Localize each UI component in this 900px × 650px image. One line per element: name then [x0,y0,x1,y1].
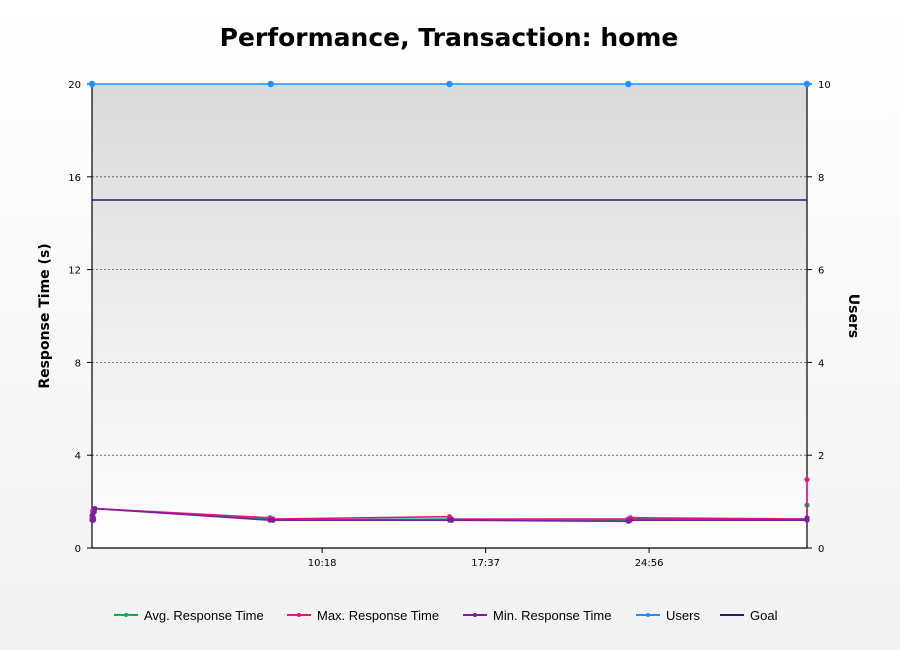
y-tick-label: 0 [75,544,81,555]
data-point-min-response-time [804,515,810,521]
legend-label: Avg. Response Time [144,608,264,623]
chart-title: Performance, Transaction: home [220,23,679,52]
y2-tick-label: 8 [818,173,824,184]
data-point-min-response-time [92,505,98,512]
legend-label: Max. Response Time [317,608,439,623]
y-tick-label: 20 [68,80,81,91]
y-tick-label: 12 [68,266,81,277]
data-point-min-response-time [270,517,276,523]
legend-label: Users [666,608,700,623]
legend-marker [124,613,128,617]
legend-marker [646,613,650,617]
legend-label: Min. Response Time [493,608,612,623]
y2-tick-label: 6 [818,266,824,277]
data-point-users [803,80,811,88]
y2-tick-label: 4 [818,358,824,369]
legend-marker [473,613,477,617]
chart-root: 0 4 8 12 16 20 0 2 4 6 8 10 10:18 17:37 24:56 Performa… [0,0,900,650]
x-tick-label: 24:56 [635,558,664,569]
y-tick-label: 4 [75,451,81,462]
data-point-min-response-time [449,517,455,523]
y2-axis-title: Users [845,294,861,338]
legend-item-max-response-time: Max. Response Time [287,608,439,623]
y-tick-label: 8 [75,358,81,369]
legend-item-users: Users [636,608,700,623]
legend-item-goal: Goal [720,608,778,623]
legend-label: Goal [750,608,778,623]
y2-tick-label: 2 [818,451,824,462]
x-tick-label: 10:18 [308,558,337,569]
data-point-users [446,80,453,88]
y-axis-title: Response Time (s) [37,243,53,388]
x-tick-label: 17:37 [471,558,500,569]
y-tick-label: 16 [68,173,81,184]
legend-marker [297,613,301,617]
data-point-users [88,80,96,88]
data-point-max-response-time [804,476,810,483]
data-point-min-response-time [90,517,97,523]
chart-svg: 0 4 8 12 16 20 0 2 4 6 8 10 10:18 17:37 24:56 Performa… [37,23,861,623]
y2-tick-label: 10 [818,80,831,91]
data-point-min-response-time [627,517,634,523]
plot-area [92,84,807,548]
y2-tick-label: 0 [818,544,824,555]
data-point-users [625,80,632,88]
legend: Avg. Response Time Max. Response Time Min.… [114,608,778,623]
data-point-users [267,80,274,88]
legend-item-avg-response-time: Avg. Response Time [114,608,264,623]
legend-item-min-response-time: Min. Response Time [463,608,612,623]
